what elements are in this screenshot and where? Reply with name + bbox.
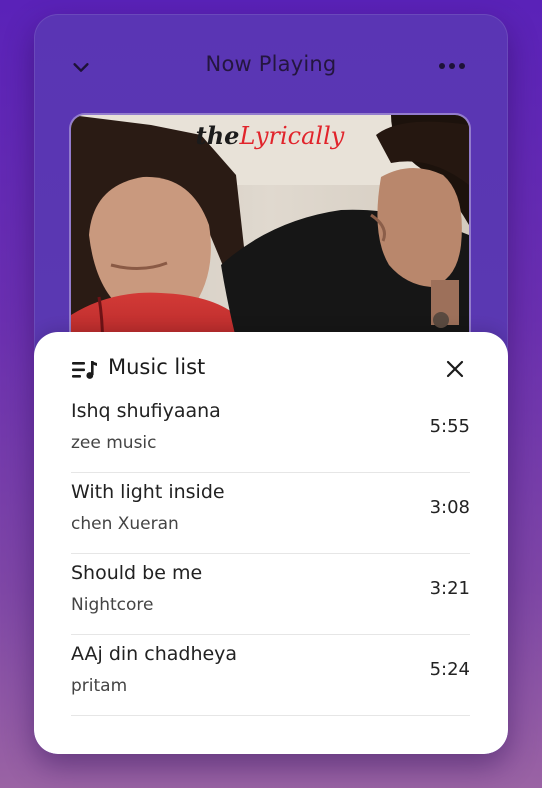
music-list-title: Music list <box>108 355 206 379</box>
song-row[interactable]: Ishq shufiyaana zee music 5:55 <box>71 392 470 473</box>
song-title: AAj din chadheya <box>71 643 238 665</box>
close-icon[interactable] <box>444 358 466 380</box>
top-bar: Now Playing <box>34 14 508 114</box>
song-list: Ishq shufiyaana zee music 5:55 With ligh… <box>71 392 470 716</box>
song-duration: 3:08 <box>429 497 470 518</box>
song-duration: 5:24 <box>429 659 470 680</box>
watermark-part-2: Lyrically <box>239 122 345 150</box>
song-title: With light inside <box>71 481 225 503</box>
song-artist: chen Xueran <box>71 514 179 534</box>
song-row[interactable]: With light inside chen Xueran 3:08 <box>71 473 470 554</box>
song-title: Ishq shufiyaana <box>71 400 221 422</box>
cover-watermark: theLyrically <box>71 121 469 150</box>
song-artist: zee music <box>71 433 157 453</box>
playlist-icon <box>72 361 97 379</box>
song-duration: 5:55 <box>429 416 470 437</box>
music-list-panel: Music list Ishq shufiyaana zee music 5:5… <box>34 332 508 754</box>
music-list-header: Music list <box>72 354 472 386</box>
song-title: Should be me <box>71 562 203 584</box>
song-row[interactable]: AAj din chadheya pritam 5:24 <box>71 635 470 716</box>
song-duration: 3:21 <box>429 578 470 599</box>
watermark-part-1: the <box>195 121 240 150</box>
song-artist: Nightcore <box>71 595 154 615</box>
music-player-card: Now Playing theLyrically Music list Ishq… <box>34 14 508 754</box>
song-artist: pritam <box>71 676 128 696</box>
song-row[interactable]: Should be me Nightcore 3:21 <box>71 554 470 635</box>
more-horizontal-icon[interactable] <box>436 54 468 78</box>
